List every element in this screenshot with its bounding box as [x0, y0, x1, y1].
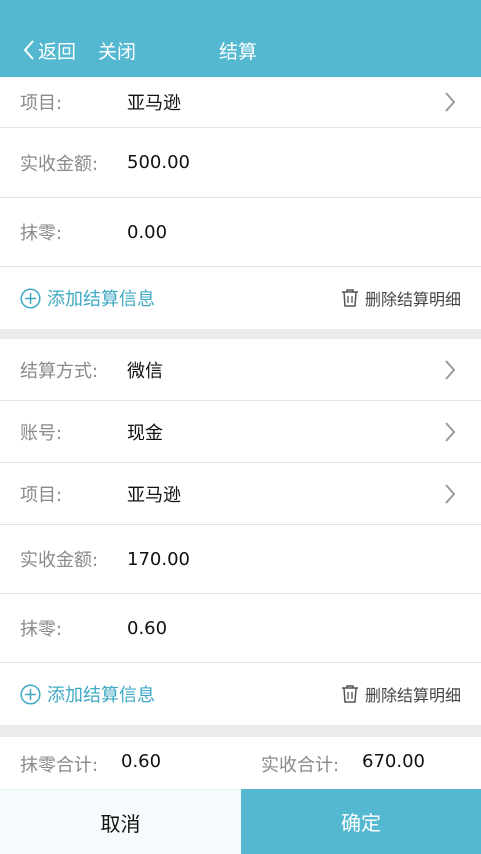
account-label: 账号:	[20, 422, 63, 444]
chevron-right-icon	[445, 92, 456, 112]
totals-summary: 抹零合计: 0.60 实收合计: 670.00	[0, 737, 481, 789]
project-value: 亚马逊	[127, 93, 181, 114]
delete-detail-label: 删除结算明细	[364, 686, 461, 705]
add-settlement-button[interactable]: 添加结算信息	[20, 285, 155, 311]
received-total-value: 670.00	[362, 751, 425, 772]
chevron-right-icon	[445, 483, 456, 504]
method-row[interactable]: 结算方式: 微信	[0, 339, 481, 401]
received-label: 实收金额:	[20, 550, 99, 571]
plus-circle-icon	[20, 287, 41, 309]
back-button[interactable]: 返回	[22, 36, 76, 64]
chevron-right-icon	[445, 359, 456, 380]
project-row-1[interactable]: 项目: 亚马逊	[0, 77, 481, 128]
close-button[interactable]: 关闭	[98, 36, 136, 64]
rounding-value[interactable]: 0.00	[127, 222, 167, 243]
confirm-button[interactable]: 确定	[241, 789, 481, 854]
received-value[interactable]: 170.00	[127, 549, 190, 570]
trash-icon	[341, 289, 358, 307]
rounding-row-1[interactable]: 抹零: 0.00	[0, 198, 481, 267]
chevron-left-icon	[23, 40, 34, 60]
section-divider	[0, 329, 481, 339]
rounding-total-label: 抹零合计:	[20, 755, 99, 776]
top-nav-bar: 返回 关闭 结算	[0, 0, 481, 77]
rounding-total-value: 0.60	[121, 751, 162, 772]
add-settlement-button[interactable]: 添加结算信息	[20, 681, 155, 707]
project-label: 项目:	[20, 484, 63, 506]
account-row[interactable]: 账号: 现金	[0, 401, 481, 463]
bottom-action-bar: 取消 确定	[0, 789, 481, 854]
rounding-row-2[interactable]: 抹零: 0.60	[0, 594, 481, 663]
received-value[interactable]: 500.00	[127, 152, 190, 173]
actions-row-1: 添加结算信息 删除结算明细	[0, 267, 481, 329]
delete-detail-button[interactable]: 删除结算明细	[341, 682, 461, 706]
cancel-button[interactable]: 取消	[0, 789, 241, 854]
received-row-2[interactable]: 实收金额: 170.00	[0, 525, 481, 594]
project-row-2[interactable]: 项目: 亚马逊	[0, 463, 481, 525]
received-total-label: 实收合计:	[261, 755, 340, 776]
actions-row-2: 添加结算信息 删除结算明细	[0, 663, 481, 725]
method-label: 结算方式:	[20, 360, 99, 382]
delete-detail-label: 删除结算明细	[364, 290, 461, 309]
trash-icon	[341, 685, 358, 703]
received-label: 实收金额:	[20, 153, 99, 175]
page-title: 结算	[219, 40, 258, 63]
project-value: 亚马逊	[127, 484, 181, 506]
rounding-value[interactable]: 0.60	[127, 618, 167, 639]
add-settlement-label: 添加结算信息	[47, 289, 155, 310]
chevron-right-icon	[445, 421, 456, 442]
account-value: 现金	[127, 422, 163, 444]
method-value: 微信	[127, 360, 163, 382]
rounding-label: 抹零:	[20, 223, 63, 244]
section-divider	[0, 725, 481, 737]
delete-detail-button[interactable]: 删除结算明细	[341, 286, 461, 310]
add-settlement-label: 添加结算信息	[47, 685, 155, 706]
back-label: 返回	[38, 40, 77, 63]
rounding-label: 抹零:	[20, 619, 63, 640]
received-row-1[interactable]: 实收金额: 500.00	[0, 128, 481, 198]
project-label: 项目:	[20, 93, 63, 114]
plus-circle-icon	[20, 683, 41, 705]
